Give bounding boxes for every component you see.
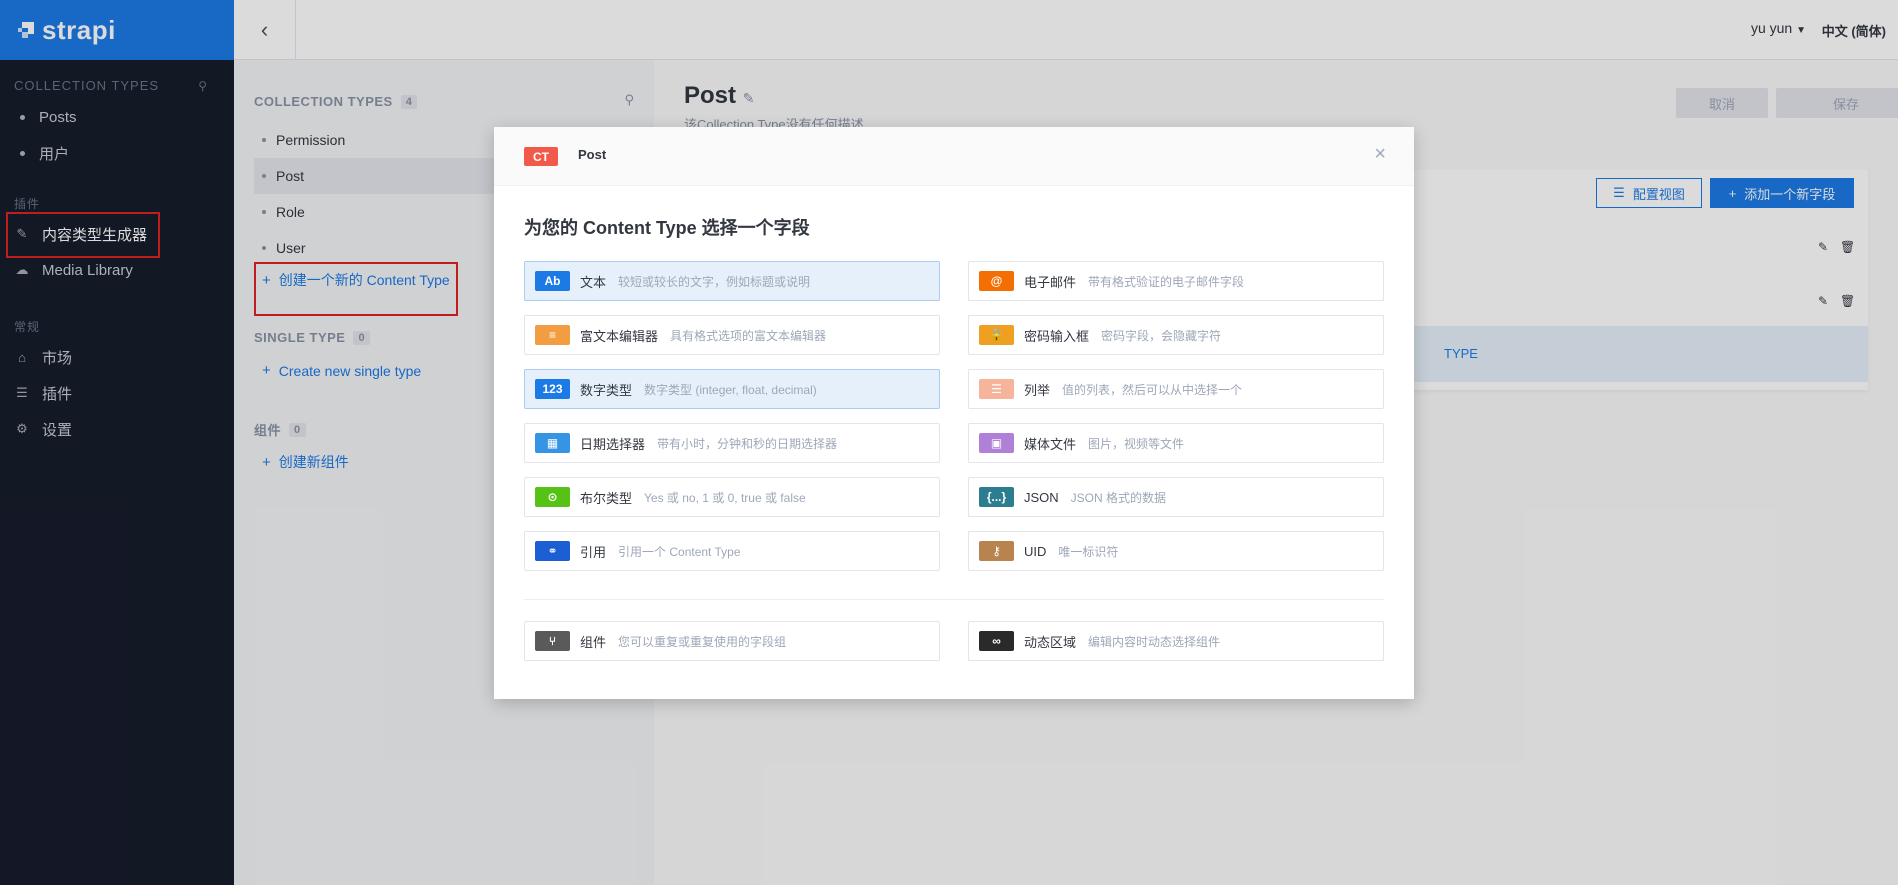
field-type-icon: ▦ — [535, 433, 570, 453]
field-type-description: 数字类型 (integer, float, decimal) — [644, 382, 817, 397]
field-type-option[interactable]: ▣ 媒体文件 图片，视频等文件 — [968, 423, 1384, 463]
field-type-description: 带有格式验证的电子邮件字段 — [1088, 274, 1245, 289]
field-type-name: 引用 — [580, 544, 607, 560]
field-type-name: 电子邮件 — [1024, 274, 1077, 290]
field-type-name: JSON — [1024, 489, 1059, 505]
field-type-description: 较短或较长的文字，例如标题或说明 — [618, 274, 811, 289]
field-type-description: 编辑内容时动态选择组件 — [1088, 634, 1221, 649]
field-type-option[interactable]: 🔒 密码输入框 密码字段，会隐藏字符 — [968, 315, 1384, 355]
field-type-icon: ⊙ — [535, 487, 570, 507]
field-type-icon: ⑂ — [535, 631, 570, 651]
field-type-option[interactable]: ⚷ UID 唯一标识符 — [968, 531, 1384, 571]
field-type-option[interactable]: @ 电子邮件 带有格式验证的电子邮件字段 — [968, 261, 1384, 301]
modal-header: CT Post × — [494, 127, 1414, 186]
field-type-icon: 123 — [535, 379, 570, 399]
field-type-description: Yes 或 no, 1 或 0, true 或 false — [644, 490, 806, 505]
field-type-description: JSON 格式的数据 — [1070, 490, 1167, 505]
field-type-option[interactable]: ⚭ 引用 引用一个 Content Type — [524, 531, 940, 571]
field-type-option[interactable]: Ab 文本 较短或较长的文字，例如标题或说明 — [524, 261, 940, 301]
divider — [524, 599, 1384, 600]
field-type-description: 唯一标识符 — [1058, 544, 1119, 559]
modal-title: Post — [578, 147, 607, 162]
field-type-option[interactable]: ⑂ 组件 您可以重复或重复使用的字段组 — [524, 621, 940, 661]
field-type-icon: {...} — [979, 487, 1014, 507]
field-type-icon: Ab — [535, 271, 570, 291]
field-type-icon: 🔒 — [979, 325, 1014, 345]
field-type-name: 媒体文件 — [1024, 436, 1077, 452]
field-type-option[interactable]: 123 数字类型 数字类型 (integer, float, decimal) — [524, 369, 940, 409]
field-type-description: 图片，视频等文件 — [1088, 436, 1185, 451]
field-type-name: 富文本编辑器 — [580, 328, 659, 344]
field-type-description: 值的列表，然后可以从中选择一个 — [1062, 382, 1243, 397]
field-type-name: 数字类型 — [580, 382, 633, 398]
field-type-name: 列举 — [1024, 382, 1051, 398]
field-type-icon: ∞ — [979, 631, 1014, 651]
field-type-name: 动态区域 — [1024, 634, 1077, 650]
field-type-icon: ☰ — [979, 379, 1014, 399]
field-type-description: 引用一个 Content Type — [618, 544, 741, 559]
field-type-name: 文本 — [580, 274, 607, 290]
field-type-option[interactable]: ☰ 列举 值的列表，然后可以从中选择一个 — [968, 369, 1384, 409]
field-type-description: 您可以重复或重复使用的字段组 — [618, 634, 787, 649]
field-type-icon: @ — [979, 271, 1014, 291]
field-type-option[interactable]: {...} JSON JSON 格式的数据 — [968, 477, 1384, 517]
field-type-icon: ≡ — [535, 325, 570, 345]
field-type-icon: ⚷ — [979, 541, 1014, 561]
field-type-name: 组件 — [580, 634, 607, 650]
field-type-description: 带有小时，分钟和秒的日期选择器 — [657, 436, 838, 451]
ct-badge: CT — [524, 147, 558, 166]
field-type-description: 具有格式选项的富文本编辑器 — [670, 328, 827, 343]
field-type-icon: ▣ — [979, 433, 1014, 453]
field-type-icon: ⚭ — [535, 541, 570, 561]
field-type-option[interactable]: ▦ 日期选择器 带有小时，分钟和秒的日期选择器 — [524, 423, 940, 463]
field-type-name: 布尔类型 — [580, 490, 633, 506]
field-type-option[interactable]: ∞ 动态区域 编辑内容时动态选择组件 — [968, 621, 1384, 661]
field-type-option[interactable]: ⊙ 布尔类型 Yes 或 no, 1 或 0, true 或 false — [524, 477, 940, 517]
field-type-description: 密码字段，会隐藏字符 — [1101, 328, 1222, 343]
field-type-modal: CT Post × 为您的 Content Type 选择一个字段 Ab 文本 较短… — [494, 127, 1414, 699]
field-type-option[interactable]: ≡ 富文本编辑器 具有格式选项的富文本编辑器 — [524, 315, 940, 355]
field-type-name: 密码输入框 — [1024, 328, 1090, 344]
field-type-name: UID — [1024, 543, 1047, 559]
modal-question: 为您的 Content Type 选择一个字段 — [524, 218, 810, 238]
field-type-name: 日期选择器 — [580, 436, 646, 452]
close-icon[interactable]: × — [1374, 143, 1386, 166]
